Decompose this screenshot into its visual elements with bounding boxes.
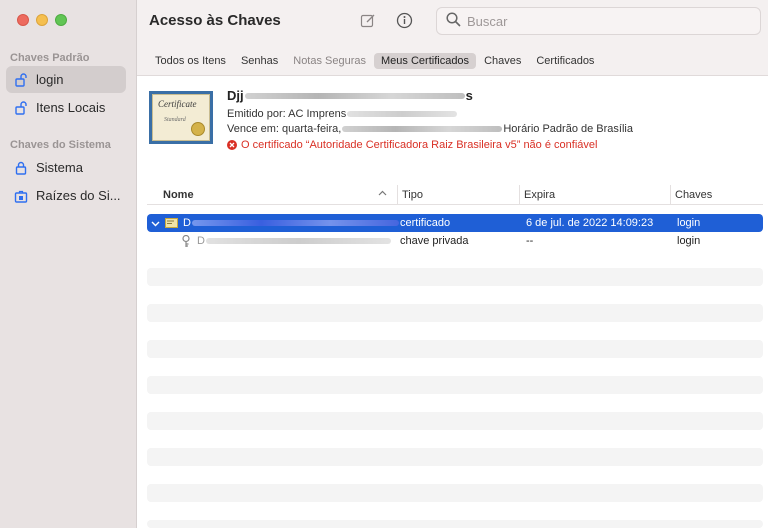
sidebar-item-label: login bbox=[36, 72, 64, 87]
search-icon bbox=[446, 12, 461, 30]
info-button[interactable] bbox=[394, 12, 414, 32]
row-type: certificado bbox=[400, 217, 451, 229]
window-controls bbox=[17, 14, 67, 26]
sidebar-section-default: Chaves Padrão bbox=[10, 52, 90, 64]
row-keychain: login bbox=[677, 217, 701, 229]
info-icon bbox=[396, 12, 413, 32]
tab-keys[interactable]: Chaves bbox=[477, 53, 528, 69]
empty-row bbox=[147, 448, 763, 466]
issuer-label: Emitido por: AC Imprens bbox=[227, 108, 347, 120]
column-header-keychain[interactable]: Chaves bbox=[670, 185, 763, 205]
empty-row bbox=[147, 340, 763, 358]
sidebar-item-login[interactable]: login bbox=[6, 66, 126, 93]
chevron-down-icon[interactable] bbox=[151, 219, 160, 228]
empty-row bbox=[147, 268, 763, 286]
column-header-expires[interactable]: Expira bbox=[519, 185, 670, 205]
cabinet-lock-icon bbox=[13, 188, 29, 204]
search-input[interactable] bbox=[467, 13, 747, 29]
table-row[interactable]: D certificado 6 de jul. de 2022 14:09:23… bbox=[147, 214, 763, 232]
row-name-prefix: D bbox=[197, 235, 205, 247]
certificate-expiry: Vence em: quarta-feira, Horário Padrão d… bbox=[227, 123, 633, 135]
compose-icon bbox=[360, 13, 376, 32]
lock-icon bbox=[13, 160, 29, 176]
redacted-text bbox=[342, 126, 503, 132]
error-x-icon bbox=[227, 140, 237, 150]
tab-secure-notes[interactable]: Notas Seguras bbox=[286, 53, 373, 69]
sidebar-item-system[interactable]: Sistema bbox=[6, 154, 126, 181]
certificate-name: Djj s bbox=[227, 88, 473, 103]
row-expires: 6 de jul. de 2022 14:09:23 bbox=[526, 217, 654, 229]
row-type: chave privada bbox=[400, 235, 469, 247]
empty-row bbox=[147, 520, 763, 528]
lock-open-icon bbox=[13, 100, 29, 116]
expiry-suffix: Horário Padrão de Brasília bbox=[503, 123, 633, 135]
lock-open-icon bbox=[13, 72, 29, 88]
keychain-window: Chaves Padrão login Itens Locais Chaves … bbox=[0, 0, 768, 528]
certificate-icon bbox=[165, 218, 178, 228]
search-field[interactable] bbox=[436, 7, 761, 35]
tab-all-items[interactable]: Todos os Itens bbox=[148, 53, 233, 69]
window-title: Acesso às Chaves bbox=[149, 12, 281, 29]
empty-row bbox=[147, 484, 763, 502]
certificate-image-subtitle: Standard bbox=[164, 117, 186, 123]
redacted-text bbox=[191, 220, 399, 226]
column-header-name[interactable]: Nome bbox=[147, 185, 397, 205]
category-tabs: Todos os Itens Senhas Notas Seguras Meus… bbox=[137, 46, 768, 76]
seal-icon bbox=[191, 122, 205, 136]
empty-row bbox=[147, 376, 763, 394]
certificate-summary: Certificate Standard Djj s Emitido por: … bbox=[137, 77, 768, 177]
certificate-warning: O certificado “Autoridade Certificadora … bbox=[227, 139, 597, 151]
tab-passwords[interactable]: Senhas bbox=[234, 53, 285, 69]
table-row[interactable]: D chave privada -- login bbox=[147, 232, 763, 250]
column-header-type[interactable]: Tipo bbox=[397, 185, 519, 205]
chevron-up-icon bbox=[378, 189, 387, 201]
sidebar-section-system: Chaves do Sistema bbox=[10, 139, 111, 151]
key-icon bbox=[181, 234, 191, 248]
sidebar: Chaves Padrão login Itens Locais Chaves … bbox=[0, 0, 137, 528]
row-keychain: login bbox=[677, 235, 701, 247]
sidebar-item-local-items[interactable]: Itens Locais bbox=[6, 94, 126, 121]
redacted-text bbox=[347, 111, 458, 117]
certificate-name-prefix: Djj bbox=[227, 88, 244, 103]
empty-row bbox=[147, 412, 763, 430]
row-name-prefix: D bbox=[183, 217, 191, 229]
row-expires: -- bbox=[526, 235, 534, 247]
expiry-label: Vence em: quarta-feira, bbox=[227, 123, 342, 135]
tab-my-certificates[interactable]: Meus Certificados bbox=[374, 52, 477, 69]
table-header: Nome Tipo Expira Chaves bbox=[147, 185, 763, 205]
close-window-button[interactable] bbox=[17, 14, 29, 26]
toolbar: Acesso às Chaves bbox=[137, 0, 768, 46]
sidebar-item-label: Sistema bbox=[36, 160, 83, 175]
warning-text: O certificado “Autoridade Certificadora … bbox=[241, 139, 598, 151]
certificate-name-suffix: s bbox=[465, 88, 473, 103]
empty-row bbox=[147, 304, 763, 322]
certificate-image: Certificate Standard bbox=[149, 91, 213, 144]
zoom-window-button[interactable] bbox=[55, 14, 67, 26]
sidebar-item-system-roots[interactable]: Raízes do Si... bbox=[6, 182, 126, 209]
sidebar-item-label: Raízes do Si... bbox=[36, 188, 121, 203]
certificate-issuer: Emitido por: AC Imprens bbox=[227, 108, 458, 120]
certificate-image-title: Certificate bbox=[158, 99, 197, 109]
new-item-button[interactable] bbox=[358, 12, 378, 32]
redacted-text bbox=[244, 92, 465, 99]
redacted-text bbox=[205, 238, 391, 244]
sidebar-item-label: Itens Locais bbox=[36, 100, 106, 115]
main-pane: Acesso às Chaves Todos os Itens Senh bbox=[137, 0, 768, 528]
minimize-window-button[interactable] bbox=[36, 14, 48, 26]
tab-certificates[interactable]: Certificados bbox=[529, 53, 601, 69]
